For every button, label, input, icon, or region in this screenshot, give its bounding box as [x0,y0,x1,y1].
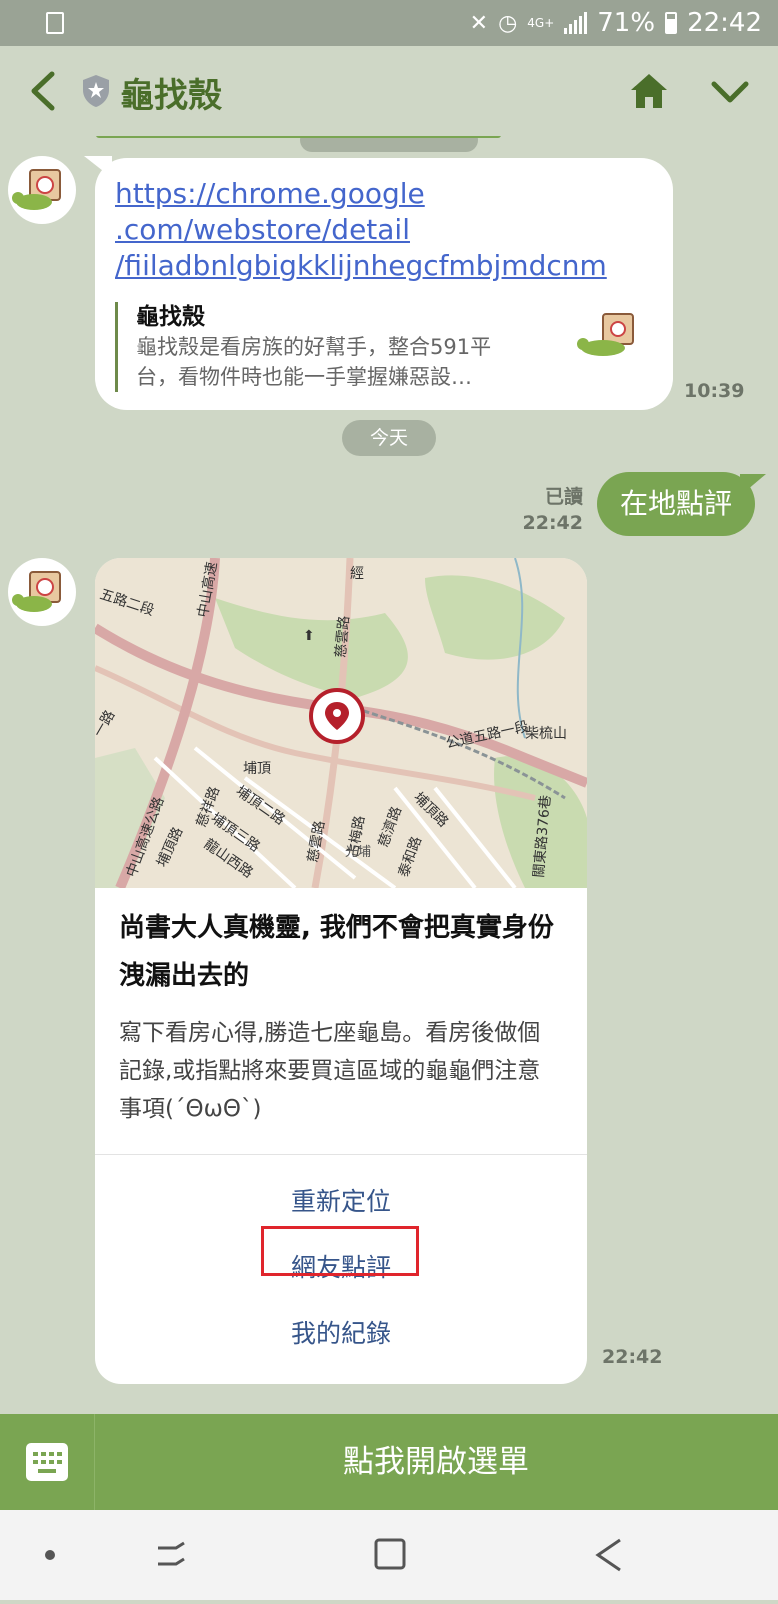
status-right: ✕ ◷ 4G+ 71% 22:42 [470,0,762,46]
url-line: .com/webstore/detail [115,213,410,246]
date-chip-clipped [300,136,478,152]
notification-icon [46,12,64,34]
link-message-bubble[interactable]: https://chrome.google .com/webstore/deta… [95,158,673,410]
status-bar: ✕ ◷ 4G+ 71% 22:42 [0,0,778,46]
map-tree-icon: ⬆ [303,628,315,644]
card-description: 寫下看房心得,勝造七座龜島。看房後做個記錄,或指點將來要買這區域的龜龜們注意事項… [119,1020,541,1122]
sent-message-bubble[interactable]: 在地點評 [597,472,755,536]
map-label: 光埔 [345,845,371,860]
message-time: 22:42 [602,1346,663,1368]
preview-thumbnail-turtle-icon [577,313,634,356]
url-link[interactable]: https://chrome.google .com/webstore/deta… [115,176,615,284]
sent-time: 22:42 [522,512,583,534]
date-chip: 今天 [342,420,436,456]
signal-icon [564,12,588,34]
back-arrow-icon[interactable] [22,66,66,116]
map-label: 柴梳山 [525,726,567,742]
keyboard-icon [26,1443,68,1481]
turtle-avatar-icon [12,169,61,210]
nav-back-icon[interactable] [595,1538,621,1572]
system-nav-bar [0,1510,778,1600]
message-time: 10:39 [684,380,745,402]
highlight-box [261,1226,419,1276]
chevron-down-icon[interactable] [710,76,750,106]
shield-badge-icon [83,75,109,107]
home-square-icon[interactable] [374,1538,406,1570]
clipped-bubble-edge [96,136,501,138]
keyboard-toggle-button[interactable] [0,1414,95,1510]
url-line: /fiiladbnlgbigkklijnhegcfmbjmdcnm [115,249,607,282]
bot-avatar[interactable] [8,558,76,626]
relocate-button[interactable]: 重新定位 [95,1182,587,1218]
location-map[interactable]: 五路二段 中山高速 慈雲路 經 柴梳山 公道五路一段 埔頂 中山高速公路 埔頂路… [95,558,587,888]
chat-title: 龜找殼 [120,76,222,116]
home-icon[interactable] [628,70,670,112]
mute-icon: ✕ [469,10,489,36]
alarm-icon: ◷ [498,10,518,36]
battery-percent: 71% [597,8,656,38]
turtle-avatar-icon [12,571,61,612]
open-menu-button[interactable]: 點我開啟選單 [94,1414,778,1510]
rich-menu-bar: 點我開啟選單 [0,1414,778,1510]
chat-header: 龜找殼 [0,46,778,136]
location-card[interactable]: 五路二段 中山高速 慈雲路 經 柴梳山 公道五路一段 埔頂 中山高速公路 埔頂路… [95,558,587,1384]
my-records-button[interactable]: 我的紀錄 [95,1314,587,1350]
card-title: 尚書大人真機靈, 我們不會把真實身份洩漏出去的 [119,913,554,991]
map-label: 埔頂 [243,761,271,777]
preview-description: 龜找殼是看房族的好幫手，整合591平台，看物件時也能一手掌握嫌惡設… [136,335,492,389]
map-label: 經 [350,566,364,582]
read-label: 已讀 [544,486,583,508]
network-label: 4G+ [527,15,555,30]
bot-avatar[interactable] [8,156,76,224]
card-divider [95,1154,587,1155]
url-line: https://chrome.google [115,177,425,210]
message-list[interactable]: https://chrome.google .com/webstore/deta… [0,136,778,1414]
recent-apps-icon[interactable] [158,1541,185,1566]
nav-dot-icon[interactable] [45,1550,55,1560]
battery-icon [665,12,678,34]
read-receipt: 已讀 22:42 [523,484,583,536]
location-pin-icon [309,688,365,744]
clock: 22:42 [687,8,762,38]
